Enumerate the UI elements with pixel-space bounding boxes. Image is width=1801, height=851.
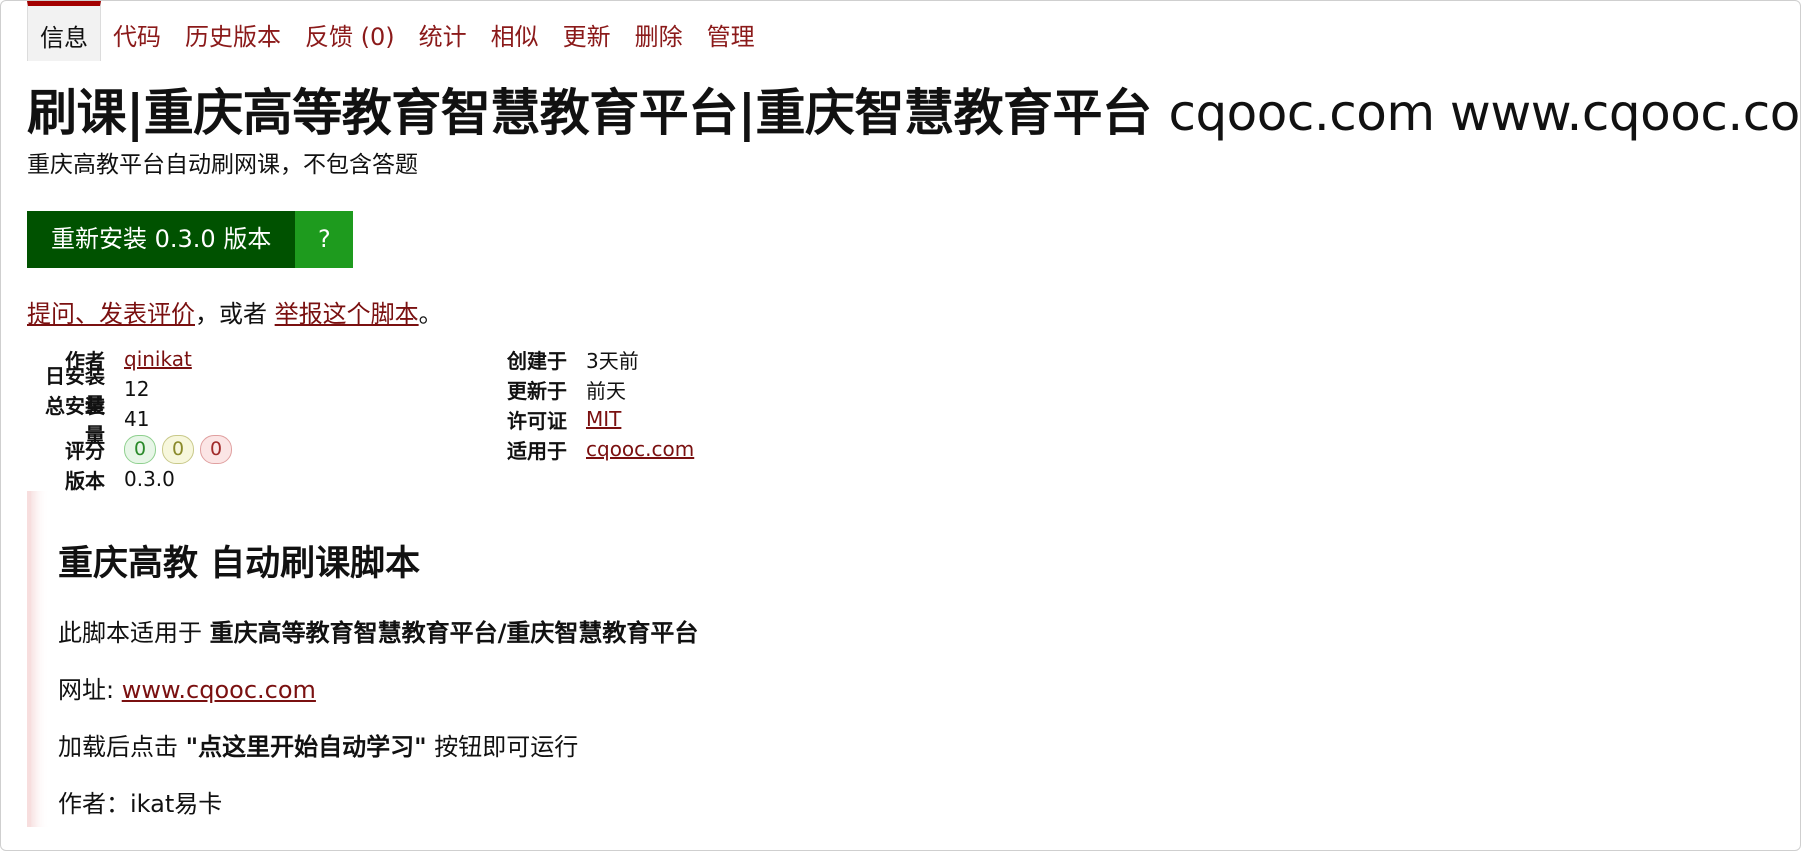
feedback-middle-text: ，或者 (195, 300, 275, 328)
tab-code[interactable]: 代码 (101, 1, 173, 57)
description-usage-button-name: "点这里开始自动学习" (185, 733, 427, 761)
meta-row-total-installs: 总安装量 41 (27, 394, 232, 447)
script-title-domains: cqooc.com www.cqooc.com (1168, 84, 1801, 142)
description-url: 网址: www.cqooc.com (58, 670, 316, 705)
tab-stats[interactable]: 统计 (407, 1, 479, 57)
meta-row-ratings: 评分 0 0 0 (27, 434, 232, 464)
description-url-prefix: 网址: (58, 676, 122, 704)
tab-update[interactable]: 更新 (551, 1, 623, 57)
version-value: 0.3.0 (124, 467, 175, 491)
tab-similar[interactable]: 相似 (479, 1, 551, 57)
meta-row-applies-to: 适用于 cqooc.com (501, 434, 694, 464)
total-installs-value: 41 (124, 407, 150, 431)
description-applies-prefix: 此脚本适用于 (58, 619, 210, 647)
script-title-cn: 刷课|重庆高等教育智慧教育平台|重庆智慧教育平台 (27, 84, 1152, 142)
reinstall-button[interactable]: 重新安装 0.3.0 版本 (27, 211, 296, 268)
ratings-label: 评分 (65, 438, 105, 463)
license-link[interactable]: MIT (586, 407, 621, 431)
updated-value: 前天 (586, 378, 626, 403)
rating-good-badge: 0 (124, 434, 156, 464)
script-description: 重庆高教 自动刷课脚本 此脚本适用于 重庆高等教育智慧教育平台/重庆智慧教育平台… (27, 491, 1727, 827)
feedback-line: 提问、发表评价，或者 举报这个脚本。 (27, 294, 443, 329)
script-subtitle: 重庆高教平台自动刷网课，不包含答题 (27, 152, 418, 178)
meta-row-license: 许可证 MIT (501, 404, 694, 434)
applies-to-label: 适用于 (507, 438, 567, 463)
description-usage-suffix: 按钮即可运行 (426, 733, 579, 761)
description-applies-platform: 重庆高等教育智慧教育平台/重庆智慧教育平台 (209, 619, 699, 647)
tab-delete[interactable]: 删除 (623, 1, 695, 57)
description-author: 作者：ikat易卡 (58, 790, 223, 818)
page-frame: 信息 代码 历史版本 反馈 (0) 统计 相似 更新 删除 管理 刷课|重庆高等… (0, 0, 1801, 851)
report-script-link[interactable]: 举报这个脚本 (275, 300, 419, 328)
daily-installs-value: 12 (124, 377, 150, 401)
description-applies: 此脚本适用于 重庆高等教育智慧教育平台/重庆智慧教育平台 (58, 613, 698, 648)
rating-ok-badge: 0 (162, 434, 194, 464)
description-usage-prefix: 加载后点击 (58, 733, 186, 761)
description-usage: 加载后点击 "点这里开始自动学习" 按钮即可运行 (58, 727, 578, 762)
tab-admin[interactable]: 管理 (695, 1, 767, 57)
version-label: 版本 (65, 468, 105, 493)
meta-row-created: 创建于 3天前 (501, 344, 694, 374)
script-meta-right: 创建于 3天前 更新于 前天 许可证 MIT 适用于 cqooc.com (501, 344, 694, 464)
ask-review-link[interactable]: 提问、发表评价 (27, 300, 195, 328)
created-label: 创建于 (507, 348, 567, 373)
tab-info[interactable]: 信息 (27, 1, 101, 61)
updated-label: 更新于 (507, 378, 567, 403)
license-label: 许可证 (507, 408, 567, 433)
tab-feedback[interactable]: 反馈 (0) (293, 1, 407, 57)
meta-row-version: 版本 0.3.0 (27, 464, 232, 494)
tab-history[interactable]: 历史版本 (173, 1, 293, 57)
meta-row-updated: 更新于 前天 (501, 374, 694, 404)
rating-bad-badge: 0 (200, 434, 232, 464)
cqooc-site-link[interactable]: www.cqooc.com (122, 676, 316, 704)
install-area: 重新安装 0.3.0 版本 ? (27, 211, 354, 268)
ratings-group: 0 0 0 (124, 434, 232, 464)
script-tabs: 信息 代码 历史版本 反馈 (0) 统计 相似 更新 删除 管理 (27, 1, 767, 61)
description-heading: 重庆高教 自动刷课脚本 (58, 544, 421, 584)
script-title: 刷课|重庆高等教育智慧教育平台|重庆智慧教育平台 cqooc.com www.c… (27, 81, 1801, 145)
install-help-button[interactable]: ? (295, 211, 354, 268)
author-link[interactable]: qinikat (124, 347, 192, 371)
feedback-end-text: 。 (418, 300, 443, 328)
created-value: 3天前 (586, 348, 639, 373)
script-meta-left: 作者 qinikat 日安装量 12 总安装量 41 评分 0 0 0 版本 0… (27, 344, 232, 494)
applies-to-link[interactable]: cqooc.com (586, 437, 694, 461)
